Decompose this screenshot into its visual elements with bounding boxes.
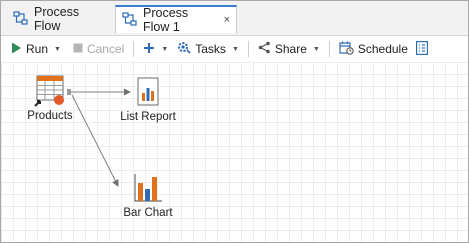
- chevron-down-icon[interactable]: ▼: [54, 46, 61, 53]
- schedule-label: Schedule: [357, 42, 408, 56]
- table-icon: [34, 75, 64, 107]
- close-icon[interactable]: ×: [224, 14, 230, 26]
- node-label: Products: [27, 110, 73, 122]
- tab-label: Process Flow 1: [143, 6, 189, 34]
- run-button[interactable]: Run ▼: [7, 38, 65, 60]
- tab-label: Process Flow: [34, 5, 80, 33]
- share-label: Share: [274, 42, 307, 56]
- toolbar: Run ▼ Cancel ▼ Tasks ▼ Share ▼ Schedule: [1, 35, 468, 63]
- node-label: List Report: [120, 111, 176, 123]
- tasks-label: Tasks: [195, 42, 226, 56]
- chevron-down-icon[interactable]: ▼: [161, 46, 168, 53]
- node-list-report[interactable]: List Report: [115, 76, 181, 123]
- chevron-down-icon[interactable]: ▼: [313, 46, 320, 53]
- node-bar-chart[interactable]: Bar Chart: [115, 172, 181, 219]
- tab-process-flow-1[interactable]: Process Flow 1 ×: [115, 5, 237, 34]
- schedule-button[interactable]: Schedule: [335, 38, 412, 60]
- bar-chart-icon: [134, 174, 162, 202]
- schedule-icon: [339, 41, 354, 58]
- node-label: Bar Chart: [123, 207, 173, 219]
- properties-button[interactable]: [412, 38, 432, 60]
- share-button[interactable]: Share ▼: [254, 38, 324, 60]
- toolbar-divider: [133, 41, 135, 57]
- share-icon: [258, 41, 271, 57]
- cancel-label: Cancel: [86, 42, 125, 56]
- process-flow-icon: [122, 11, 138, 29]
- properties-icon: [415, 40, 428, 58]
- toolbar-divider: [328, 41, 330, 57]
- process-flow-canvas[interactable]: Products List Report Bar Chart: [1, 62, 468, 242]
- report-icon: [137, 77, 159, 106]
- node-products[interactable]: Products: [21, 75, 79, 122]
- run-icon: [11, 42, 22, 57]
- process-flow-window: Process Flow Process Flow 1 × Run ▼ Canc…: [0, 0, 469, 243]
- plus-icon: [143, 42, 155, 57]
- tasks-icon: [176, 40, 191, 58]
- tab-strip: Process Flow Process Flow 1 ×: [1, 1, 468, 35]
- process-flow-icon: [13, 10, 29, 28]
- toolbar-divider: [247, 41, 249, 57]
- chevron-down-icon[interactable]: ▼: [232, 46, 239, 53]
- cancel-button[interactable]: Cancel: [69, 38, 128, 60]
- tab-process-flow[interactable]: Process Flow: [7, 5, 111, 33]
- run-label: Run: [26, 42, 49, 56]
- add-button[interactable]: ▼: [139, 38, 172, 60]
- stop-icon: [73, 42, 83, 56]
- tasks-button[interactable]: Tasks ▼: [172, 38, 243, 60]
